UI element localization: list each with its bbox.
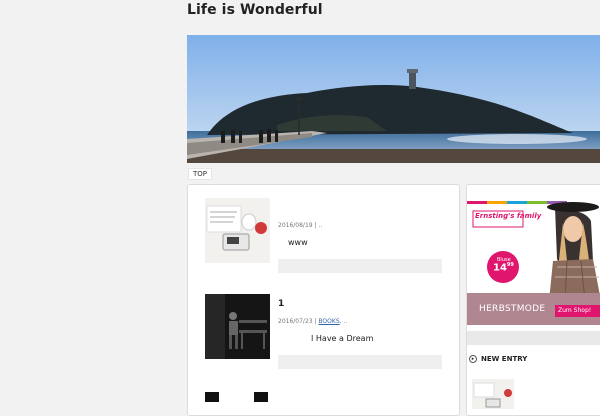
post-thumbnail[interactable] — [205, 198, 270, 263]
post-date: 2016/07/23 | — [278, 318, 319, 325]
sidebar-divider-bar — [467, 331, 600, 345]
ad-price-main: 14 — [493, 262, 507, 274]
ad-banner[interactable]: Ernsting's family Bluse 1499 HERBSTMODE … — [467, 201, 600, 325]
play-circle-icon: ▸ — [469, 355, 477, 363]
thumbnail-desk-photo — [472, 379, 514, 409]
sidebar: Ernsting's family Bluse 1499 HERBSTMODE … — [466, 184, 600, 416]
ad-price: 1499 — [493, 262, 514, 273]
read-more-bar[interactable] — [278, 355, 442, 369]
ad-cta-button[interactable]: Zum Shop! — [558, 307, 591, 314]
new-entry-label: NEW ENTRY — [481, 355, 528, 363]
post-excerpt: www — [288, 238, 308, 247]
ad-price-cents: 99 — [506, 262, 514, 268]
list-item-thumbnail-partial — [205, 392, 219, 402]
nav-top-link[interactable]: TOP — [188, 168, 213, 180]
new-entry-thumbnail[interactable] — [472, 379, 514, 409]
post-date-meta: 2016/07/23 | BOOKS, .. — [278, 318, 347, 325]
site-title[interactable]: Life is Wonderful — [187, 2, 323, 18]
post-date-meta: 2016/08/19 | .. — [278, 222, 323, 229]
ad-brand-logo: Ernsting's family — [475, 212, 542, 220]
post-thumbnail[interactable] — [205, 294, 270, 359]
thumbnail-desk-photo — [205, 198, 270, 263]
list-item-thumbnail-partial — [254, 392, 268, 402]
header-image — [187, 35, 600, 163]
read-more-bar[interactable] — [278, 259, 442, 273]
thumbnail-bench-photo — [205, 294, 270, 359]
ad-caption: HERBSTMODE — [479, 304, 546, 314]
header-photo-island — [187, 35, 600, 163]
post-title[interactable]: 1 — [278, 299, 284, 309]
category-link[interactable]: BOOKS — [318, 318, 339, 325]
post-excerpt: I Have a Dream — [311, 334, 374, 343]
new-entry-heading: ▸ NEW ENTRY — [469, 355, 527, 363]
post-meta-tail: , .. — [339, 318, 348, 325]
main-content: 2016/08/19 | .. www 1 2016/07/23 | BOOKS… — [187, 184, 460, 416]
